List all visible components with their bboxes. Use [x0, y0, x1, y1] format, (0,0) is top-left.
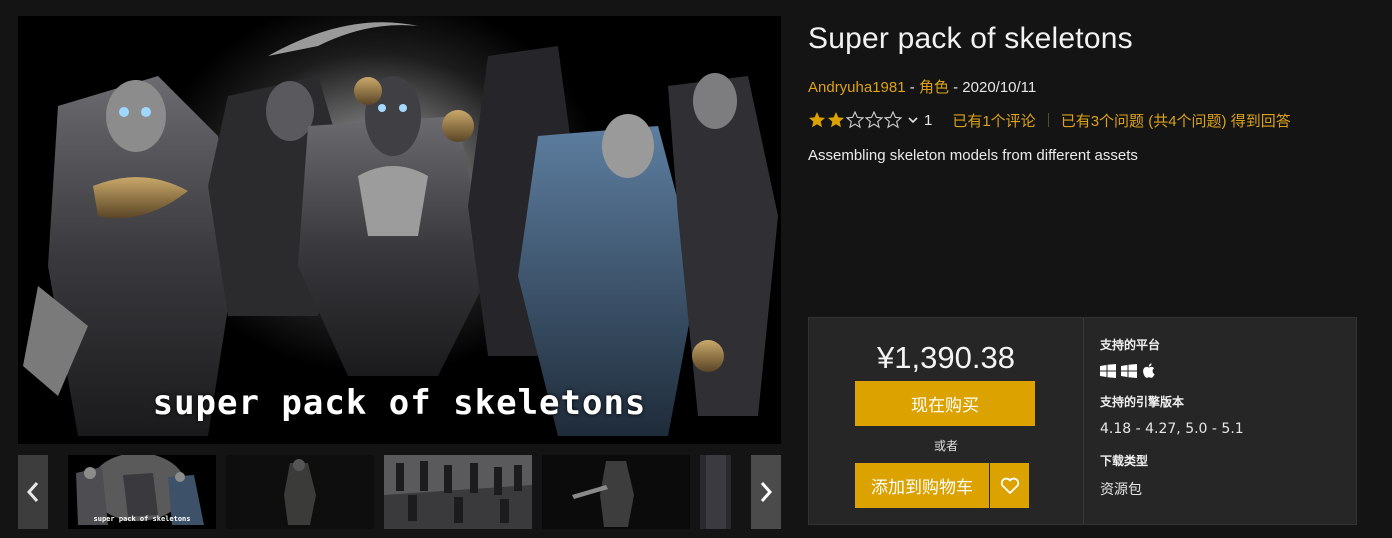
thumbnail-2[interactable] — [226, 455, 374, 529]
star-rating[interactable] — [808, 111, 903, 129]
windows-icon — [1121, 363, 1137, 378]
add-to-cart-button[interactable]: 添加到购物车 — [855, 463, 989, 508]
download-type: 资源包 — [1100, 482, 1142, 498]
product-title: Super pack of skeletons — [808, 22, 1133, 55]
thumbnail-image — [542, 455, 690, 529]
questions-link[interactable]: 已有3个问题 (共4个问题) 得到回答 — [1061, 110, 1291, 131]
thumbnail-strip: super pack of skeletons — [18, 455, 781, 529]
divider — [1047, 113, 1049, 127]
product-meta: Andryuha1981 - 角色 - 2020/10/11 — [808, 76, 1036, 97]
meta-separator: - — [948, 79, 963, 96]
next-button[interactable] — [751, 455, 781, 529]
windows-icon — [1100, 363, 1116, 378]
thumbnail-image — [226, 455, 374, 529]
rating-count: 1 — [924, 111, 933, 129]
release-date: 2020/10/11 — [962, 79, 1037, 96]
specs-section: 支持的平台 支持的引擎版本 4.18 - 4.27, 5.0 - 5.1 下载类… — [1100, 318, 1350, 524]
chevron-right-icon — [760, 482, 773, 502]
thumbnail-list: super pack of skeletons — [64, 455, 731, 529]
product-description: Assembling skeleton models from differen… — [808, 147, 1138, 164]
thumbnail-3[interactable] — [384, 455, 532, 529]
thumbnail-image — [384, 455, 532, 529]
meta-separator: - — [905, 79, 919, 96]
thumbnail-1[interactable]: super pack of skeletons — [68, 455, 216, 529]
or-label: 或者 — [933, 439, 958, 453]
heart-icon — [1000, 477, 1019, 494]
star-empty-icon — [884, 111, 902, 129]
author-link[interactable]: Andryuha1981 — [808, 79, 906, 96]
thumbnail-4[interactable] — [542, 455, 690, 529]
thumbnail-5[interactable] — [700, 455, 731, 529]
platforms-heading: 支持的平台 — [1100, 338, 1161, 352]
download-heading: 下载类型 — [1100, 454, 1149, 468]
thumbnail-image — [700, 455, 731, 529]
purchase-panel: ¥1,390.38 现在购买 或者 添加到购物车 支持的平台 支持的引擎版本 4… — [808, 317, 1357, 525]
previous-button[interactable] — [18, 455, 48, 529]
star-filled-icon — [809, 112, 825, 128]
chevron-down-icon[interactable] — [908, 116, 918, 124]
category-link[interactable]: 角色 — [919, 79, 949, 96]
hero-caption: super pack of skeletons — [152, 383, 647, 423]
engine-versions: 4.18 - 4.27, 5.0 - 5.1 — [1100, 421, 1244, 437]
chevron-left-icon — [26, 482, 39, 502]
hero-image[interactable]: super pack of skeletons — [18, 16, 781, 444]
star-empty-icon — [865, 111, 883, 129]
price: ¥1,390.38 — [877, 340, 1015, 375]
apple-icon — [1143, 363, 1155, 378]
platform-icons — [1100, 363, 1155, 378]
wishlist-button[interactable] — [990, 463, 1029, 508]
rating-row: 1 已有1个评论 已有3个问题 (共4个问题) 得到回答 — [808, 110, 1291, 130]
star-filled-icon — [828, 112, 844, 128]
engine-heading: 支持的引擎版本 — [1100, 395, 1185, 409]
buy-section: ¥1,390.38 现在购买 或者 添加到购物车 — [809, 318, 1084, 524]
star-empty-icon — [846, 111, 864, 129]
reviews-link[interactable]: 已有1个评论 — [952, 110, 1035, 131]
buy-now-button[interactable]: 现在购买 — [855, 381, 1035, 426]
thumbnail-caption: super pack of skeletons — [93, 515, 191, 523]
skeletons-artwork — [18, 16, 781, 444]
